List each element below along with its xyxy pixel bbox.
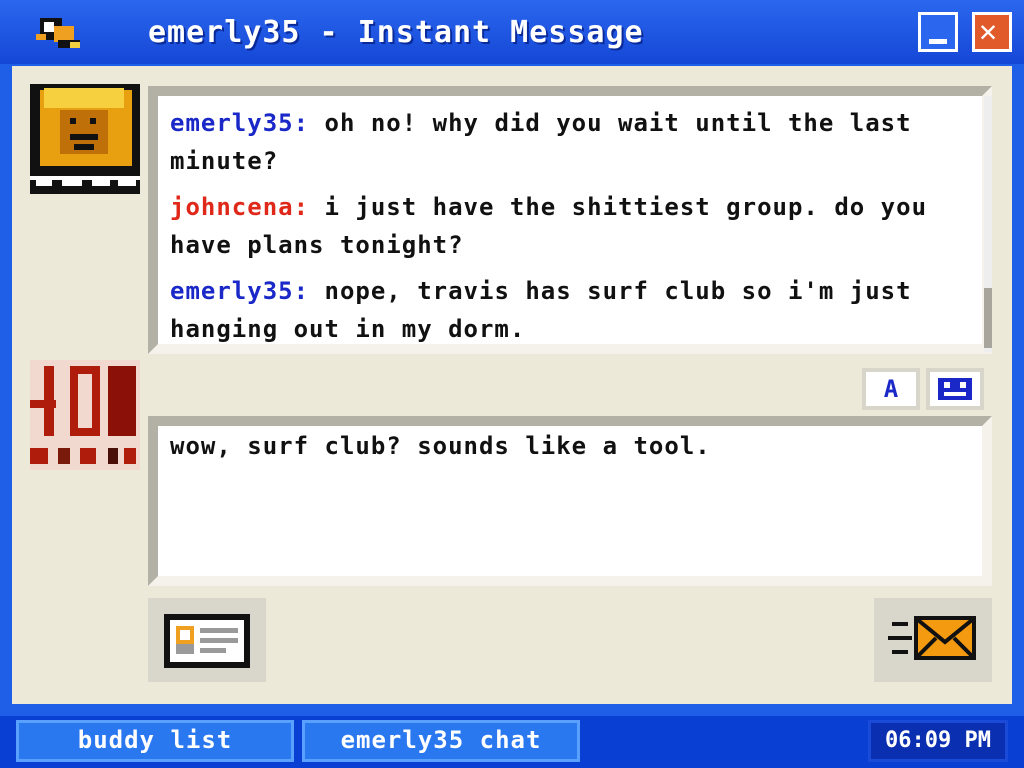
taskbar-tab-chat[interactable]: emerly35 chat: [302, 720, 580, 762]
my-avatar: [30, 360, 140, 470]
profile-card-icon: [164, 614, 250, 668]
send-mail-icon: [888, 616, 976, 660]
message-list: emerly35: oh no! why did you wait until …: [170, 104, 970, 356]
chat-message: emerly35: nope, travis has surf club so …: [170, 272, 970, 348]
app-logo-icon: [36, 18, 80, 48]
message-sender: johncena:: [170, 193, 310, 221]
chat-scrollbar[interactable]: [984, 96, 992, 352]
chat-message: emerly35: oh no! why did you wait until …: [170, 104, 970, 180]
chat-scroll-thumb[interactable]: [984, 288, 992, 348]
buddy-avatar: [30, 84, 140, 194]
minimize-button[interactable]: [918, 12, 958, 52]
title-bar[interactable]: emerly35 - Instant Message ✕: [0, 0, 1024, 64]
close-button[interactable]: ✕: [972, 12, 1012, 52]
send-button[interactable]: [874, 598, 992, 682]
minimize-icon: [929, 39, 947, 44]
taskbar-clock: 06:09 PM: [868, 720, 1008, 762]
font-button[interactable]: A: [862, 368, 920, 410]
message-input[interactable]: wow, surf club? sounds like a tool.: [170, 428, 970, 464]
taskbar-tab-buddy-list[interactable]: buddy list: [16, 720, 294, 762]
close-icon: ✕: [979, 14, 998, 49]
im-window: emerly35 - Instant Message ✕ emerly35: o…: [0, 0, 1024, 716]
emoticon-button[interactable]: [926, 368, 984, 410]
window-title: emerly35 - Instant Message: [148, 15, 644, 50]
chat-message: johncena: i just have the shittiest grou…: [170, 188, 970, 264]
message-sender: emerly35:: [170, 277, 310, 305]
view-profile-button[interactable]: [148, 598, 266, 682]
emoticon-icon: [938, 378, 972, 400]
message-sender: emerly35:: [170, 109, 310, 137]
